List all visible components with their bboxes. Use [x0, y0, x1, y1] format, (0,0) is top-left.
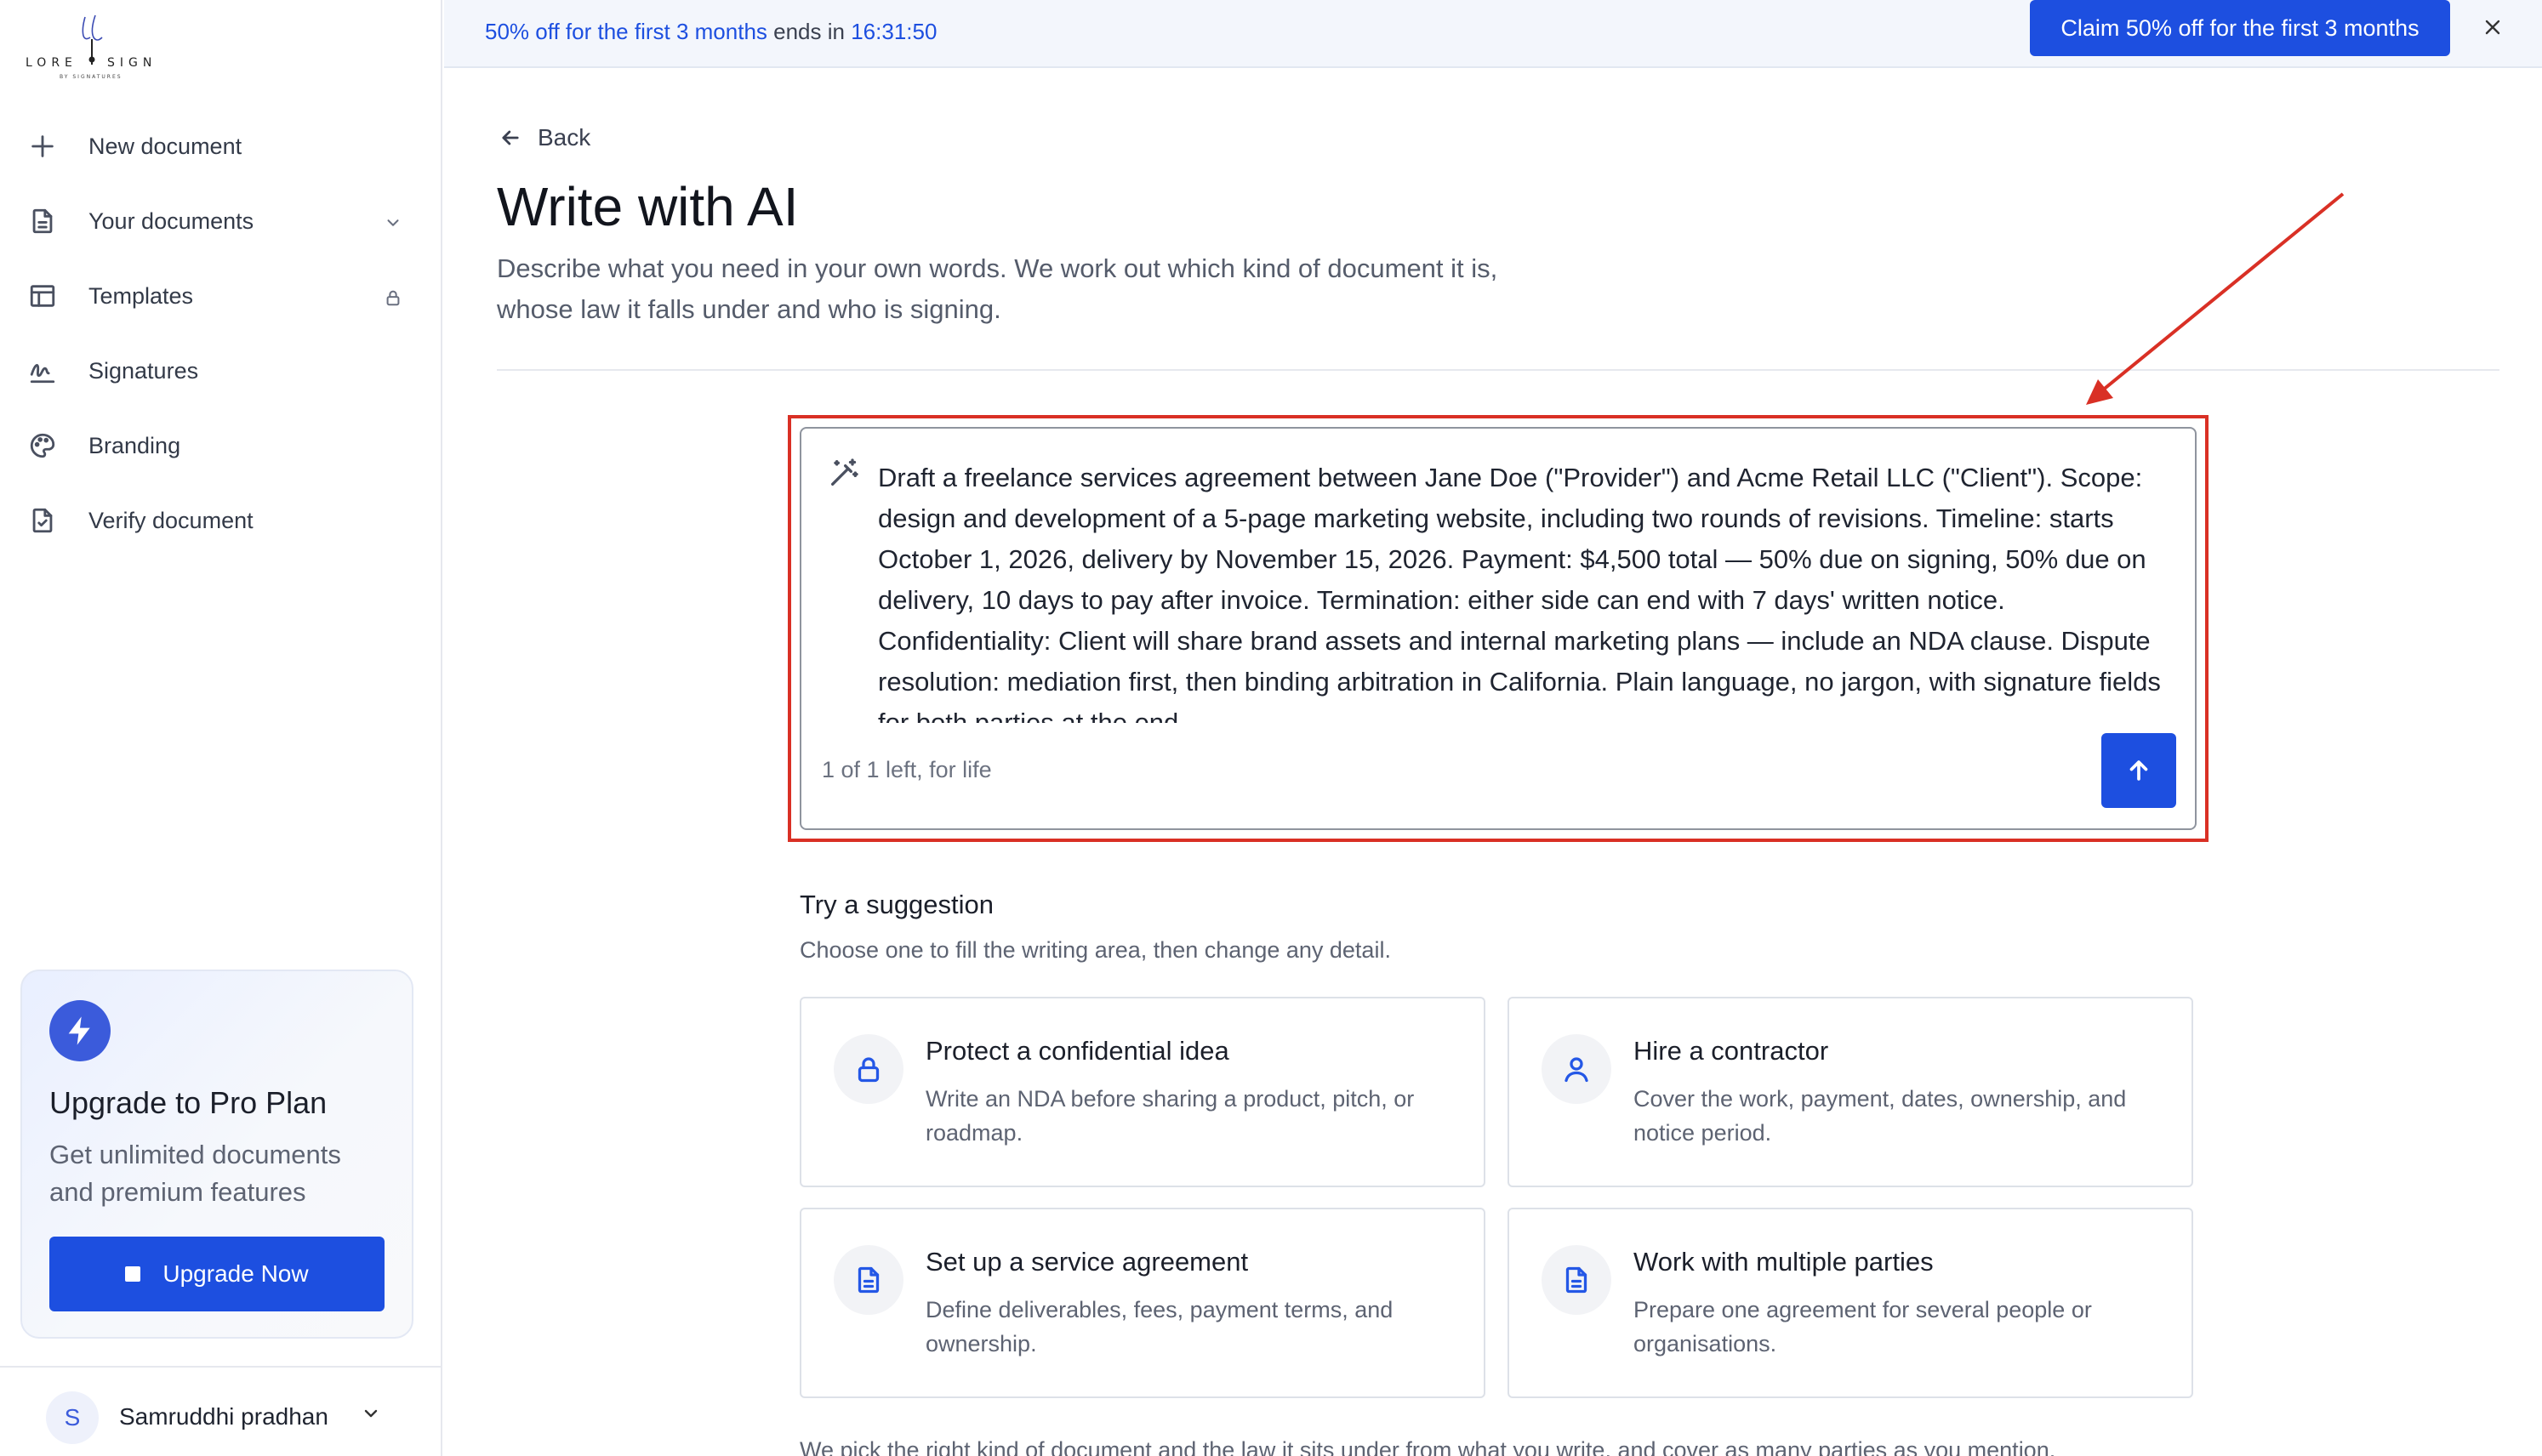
sidebar-item-label: Branding [88, 432, 181, 458]
usage-counter: 1 of 1 left, for life [822, 757, 992, 782]
sidebar-item-label: Verify document [88, 507, 254, 533]
sidebar-item-label: Signatures [88, 357, 199, 384]
ai-prompt-composer: Draft a freelance services agreement bet… [800, 427, 2197, 830]
upgrade-description: Get unlimited documents and premium feat… [49, 1140, 341, 1207]
page-title: Write with AI [497, 176, 799, 237]
lock-icon [378, 282, 408, 313]
magic-wand-icon [827, 456, 863, 492]
lightning-icon [49, 1000, 111, 1061]
sidebar-item-branding[interactable]: Branding [26, 418, 408, 473]
suggestion-title: Set up a service agreement [926, 1247, 1249, 1277]
suggestion-card-service-agreement[interactable]: Set up a service agreement Define delive… [800, 1208, 1485, 1398]
suggestion-card-multiple-parties[interactable]: Work with multiple parties Prepare one a… [1508, 1208, 2193, 1398]
page-subtitle: Describe what you need in your own words… [497, 253, 1498, 324]
claim-offer-button[interactable]: Claim 50% off for the first 3 months [2030, 0, 2450, 56]
suggestion-title: Protect a confidential idea [926, 1036, 1229, 1066]
square-icon [125, 1266, 141, 1282]
suggestion-description: Define deliverables, fees, payment terms… [926, 1297, 1394, 1356]
plus-icon [26, 129, 60, 163]
suggestions-title: Try a suggestion [800, 890, 995, 919]
chevron-down-icon[interactable] [378, 208, 408, 238]
avatar: S [46, 1391, 99, 1444]
suggestion-description: Cover the work, payment, dates, ownershi… [1633, 1086, 2127, 1146]
sidebar-item-verify-document[interactable]: Verify document [26, 493, 408, 548]
suggestion-description: Write an NDA before sharing a product, p… [926, 1086, 1415, 1146]
arrow-left-icon [502, 130, 519, 145]
signature-icon [26, 354, 60, 388]
upgrade-now-label: Upgrade Now [162, 1260, 309, 1287]
lore-sign-logo[interactable]: LORE SIGN BY SIGNATURES [26, 7, 162, 85]
sidebar-item-templates[interactable]: Templates [26, 269, 408, 323]
lock-icon [834, 1034, 903, 1104]
person-icon [1542, 1034, 1611, 1104]
chevron-down-icon[interactable] [361, 1403, 386, 1429]
svg-text:BY SIGNATURES: BY SIGNATURES [60, 74, 123, 80]
suggestion-description: Prepare one agreement for several people… [1633, 1297, 2092, 1356]
promo-text: 50% off for the first 3 months ends in 1… [485, 19, 937, 45]
suggestion-card-hire-contractor[interactable]: Hire a contractor Cover the work, paymen… [1508, 997, 2193, 1187]
verify-document-icon [26, 503, 60, 537]
sidebar-item-your-documents[interactable]: Your documents [26, 194, 408, 248]
promo-offer: 50% off for the first 3 months [485, 19, 767, 44]
sidebar-item-label: Your documents [88, 208, 254, 234]
arrow-up-icon [2129, 760, 2148, 781]
document-icon [834, 1245, 903, 1315]
upgrade-now-button[interactable]: Upgrade Now [49, 1237, 385, 1311]
document-icon [26, 204, 60, 238]
sidebar-item-label: Templates [88, 282, 194, 309]
sidebar-item-label: New document [88, 133, 242, 159]
suggestions-subtitle: Choose one to fill the writing area, the… [800, 937, 1391, 963]
promo-ends-in: ends in [773, 19, 845, 44]
user-menu[interactable]: S Samruddhi pradhan [0, 1366, 442, 1456]
suggestion-title: Work with multiple parties [1633, 1247, 1934, 1277]
templates-icon [26, 279, 60, 313]
upgrade-card: Upgrade to Pro Plan Get unlimited docume… [20, 970, 413, 1339]
suggestion-title: Hire a contractor [1633, 1036, 1829, 1066]
submit-button[interactable] [2101, 733, 2176, 808]
user-name: Samruddhi pradhan [119, 1403, 328, 1430]
promo-countdown: 16:31:50 [851, 19, 938, 44]
suggestion-card-confidential-idea[interactable]: Protect a confidential idea Write an NDA… [800, 997, 1485, 1187]
sidebar-item-new-document[interactable]: New document [26, 119, 408, 173]
annotation-arrow [2086, 192, 2345, 405]
palette-icon [26, 429, 60, 463]
svg-text:LORE: LORE [26, 56, 77, 70]
promo-banner: 50% off for the first 3 months ends in 1… [444, 0, 2542, 68]
back-label: Back [538, 124, 591, 151]
sidebar-item-signatures[interactable]: Signatures [26, 344, 408, 398]
prompt-textarea[interactable]: Draft a freelance services agreement bet… [878, 458, 2171, 723]
document-icon [1542, 1245, 1611, 1315]
svg-text:SIGN: SIGN [107, 56, 157, 70]
upgrade-title: Upgrade to Pro Plan [49, 1085, 328, 1120]
footnote: We pick the right kind of document and t… [800, 1437, 2056, 1456]
close-icon[interactable] [2477, 12, 2508, 43]
back-link[interactable]: Back [499, 124, 590, 151]
sidebar: LORE SIGN BY SIGNATURES New document You… [0, 0, 442, 1456]
